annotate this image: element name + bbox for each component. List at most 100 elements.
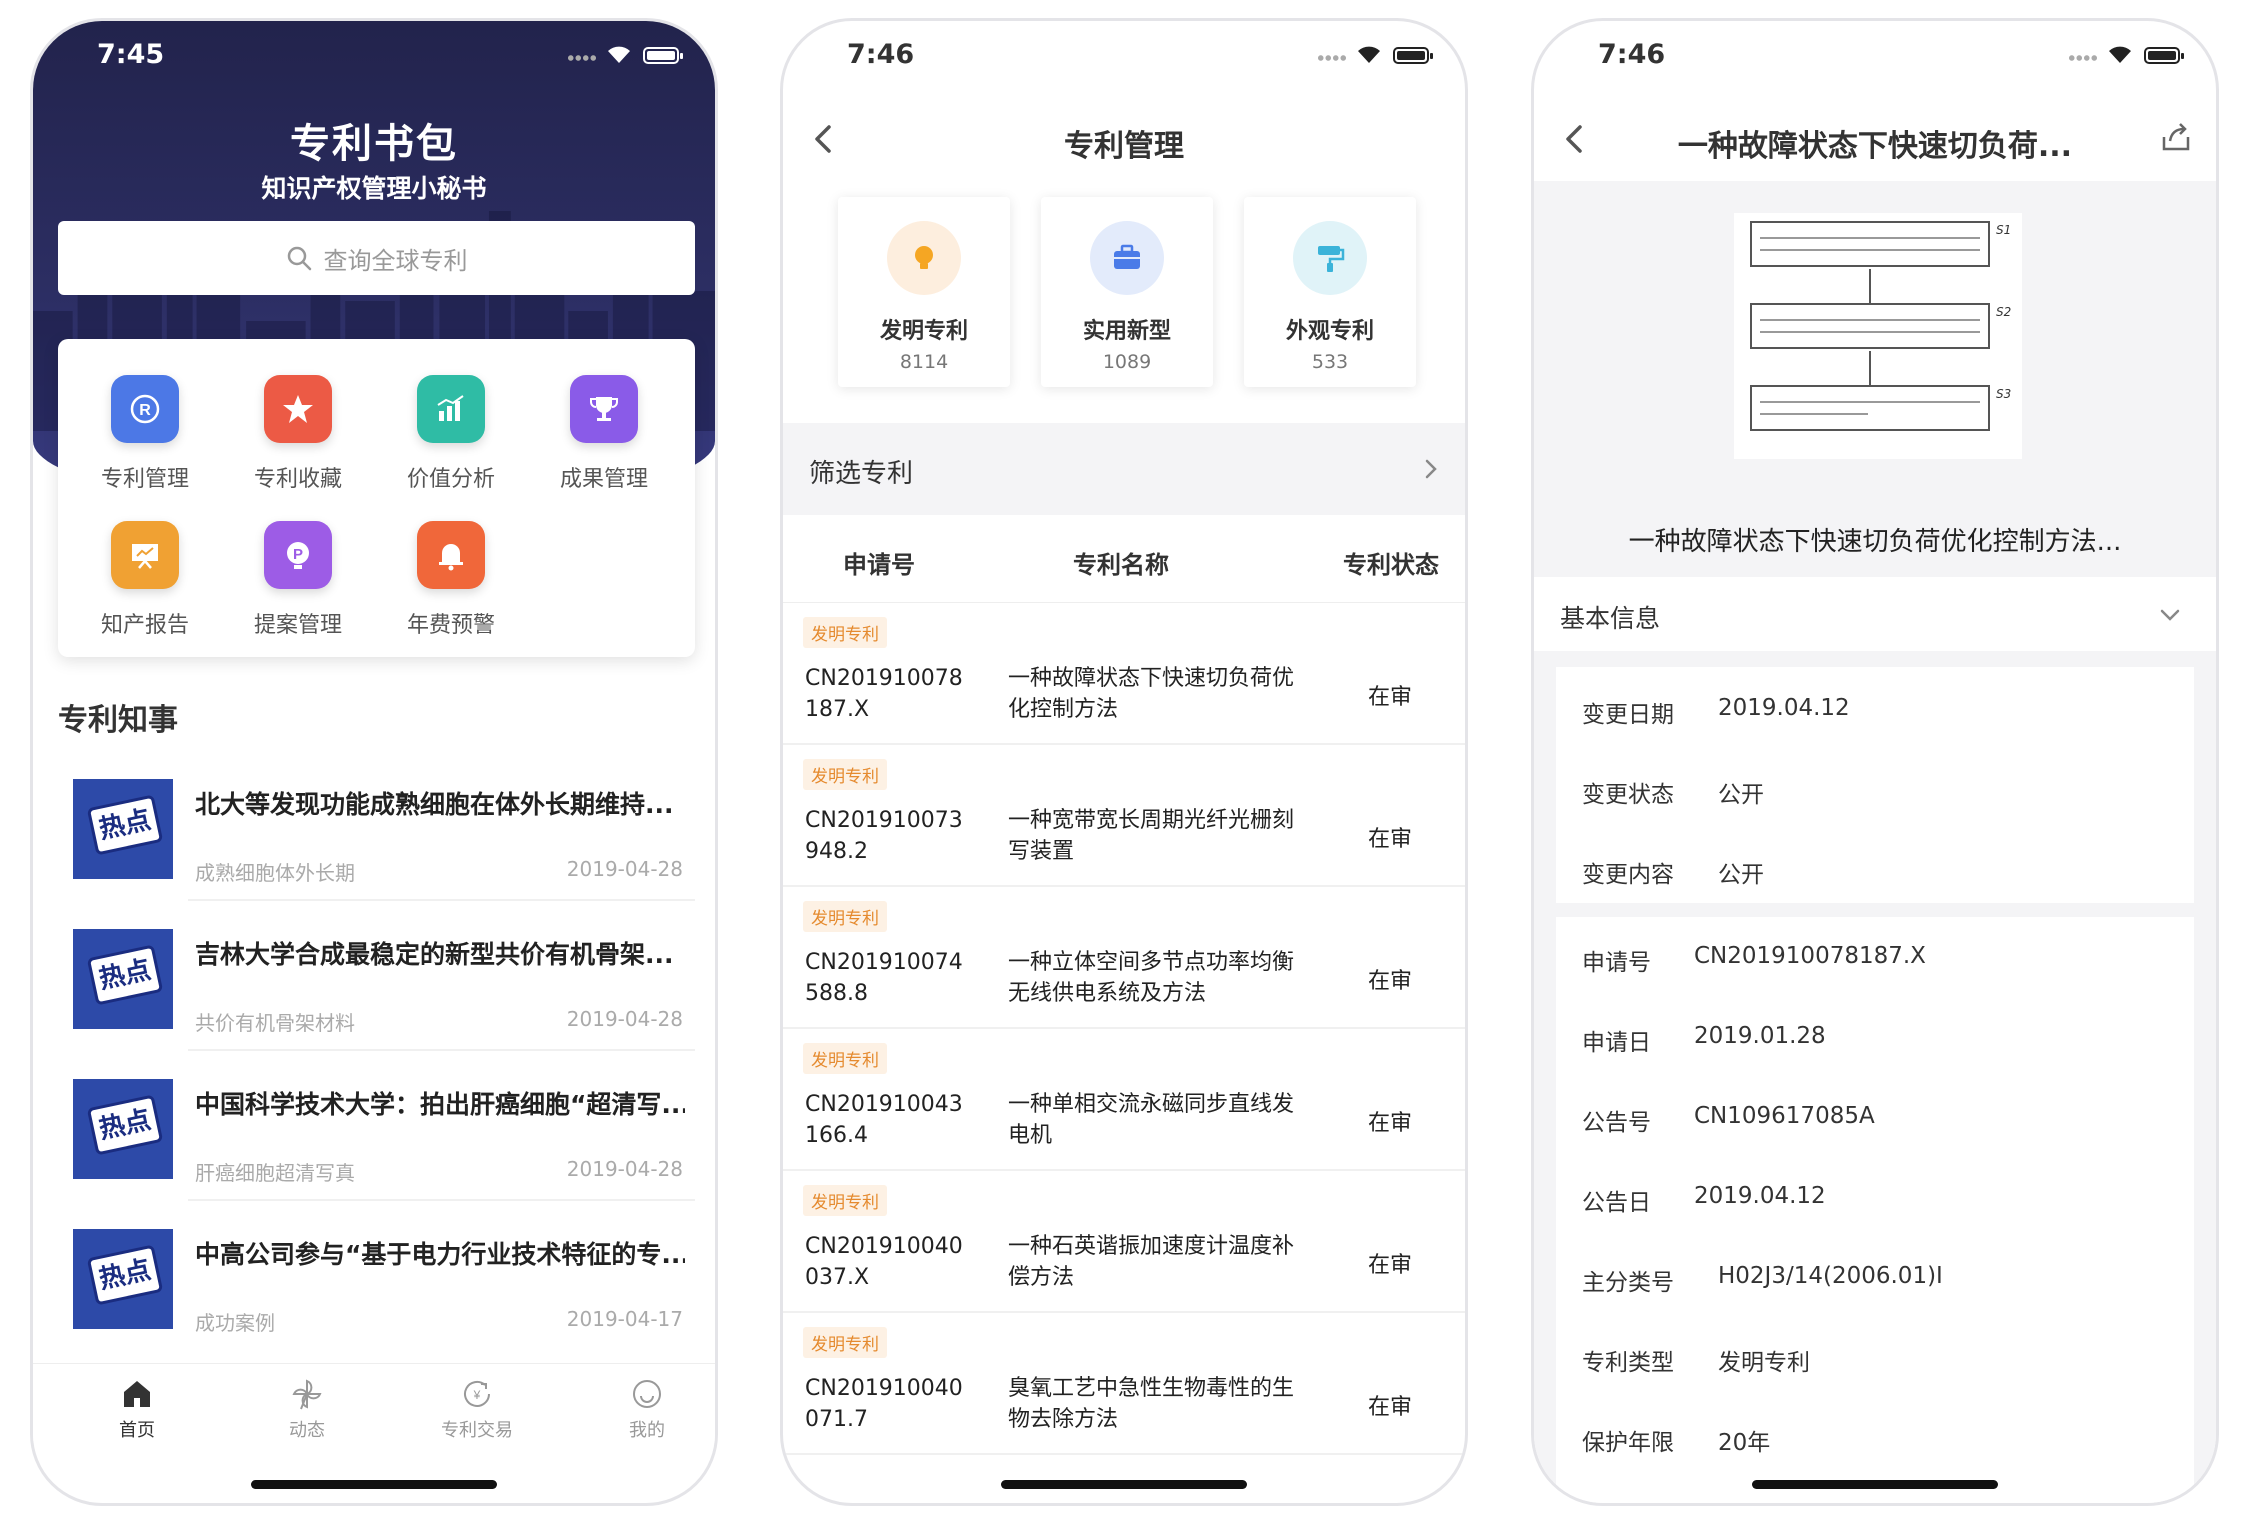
info-key: 申请日: [1582, 1023, 1651, 1057]
grid-item-value-analysis[interactable]: 价值分析: [376, 375, 526, 493]
grid-item-patent-management[interactable]: R 专利管理: [70, 375, 220, 493]
stat-card-invention[interactable]: 发明专利 8114: [838, 197, 1010, 387]
news-title: 吉林大学合成最稳定的新型共价有机骨架...: [195, 935, 685, 971]
patent-status: 在审: [1368, 821, 1412, 853]
tab-home[interactable]: 首页: [87, 1376, 187, 1442]
info-value: 2019.04.12: [1718, 695, 1850, 721]
info-key: 变更内容: [1582, 855, 1674, 889]
list-item[interactable]: 热点 吉林大学合成最稳定的新型共价有机骨架... 共价有机骨架材料 2019-0…: [58, 901, 695, 1051]
app-subtitle: 知识产权管理小秘书: [33, 169, 715, 205]
figure-caption: 一种故障状态下快速切负荷优化控制方法...: [1534, 521, 2216, 558]
flowchart-step-label: S3: [1996, 387, 2011, 401]
registered-icon: R: [111, 375, 179, 443]
app-title: 专利书包: [33, 111, 715, 169]
info-row-main-classification: 主分类号 H02J3/14(2006.01)I: [1582, 1263, 1674, 1297]
table-row[interactable]: 发明专利 CN201910074588.8 一种立体空间多节点功率均衡无线供电系…: [783, 887, 1465, 1029]
hot-tag: 热点: [87, 794, 163, 855]
patent-status: 在审: [1368, 963, 1412, 995]
grid-item-label: 提案管理: [223, 607, 373, 639]
list-item[interactable]: 热点 中国科学技术大学：拍出肝癌细胞“超清写... 肝癌细胞超清写真 2019-…: [58, 1051, 695, 1201]
patent-type-badge: 发明专利: [803, 1327, 887, 1358]
trade-icon: ¥: [459, 1376, 495, 1412]
news-thumbnail: 热点: [73, 779, 173, 879]
toolbox-icon: [1090, 221, 1164, 295]
patent-name: 臭氧工艺中急性生物毒性的生物去除方法: [1008, 1373, 1308, 1435]
info-row-application-date: 申请日 2019.01.28: [1582, 1023, 1651, 1057]
tab-label: 专利交易: [441, 1420, 513, 1441]
patent-name: 一种宽带宽长周期光纤光栅刻写装置: [1008, 805, 1308, 867]
tab-patent-trade[interactable]: ¥ 专利交易: [427, 1376, 527, 1442]
bottom-tab-bar: 首页 动态 ¥ 专利交易 我的: [33, 1363, 715, 1443]
share-icon[interactable]: [2156, 117, 2196, 157]
patent-number: CN201910040071.7: [805, 1373, 975, 1435]
patent-number: CN201910078187.X: [805, 663, 975, 725]
stat-label: 发明专利: [838, 313, 1010, 345]
patent-figure-area: S1 S2 S3 一种故障状态下快速切负荷优化控制方法...: [1534, 181, 2216, 577]
presentation-icon: [111, 521, 179, 589]
tab-label: 动态: [289, 1420, 325, 1441]
signal-dots-icon: [1317, 55, 1347, 61]
table-row[interactable]: 发明专利 CN201910073948.2 一种宽带宽长周期光纤光栅刻写装置 在…: [783, 745, 1465, 887]
stat-label: 外观专利: [1244, 313, 1416, 345]
news-date: 2019-04-28: [567, 857, 683, 881]
bell-icon: [417, 521, 485, 589]
filter-label: 筛选专利: [809, 453, 913, 490]
basic-info-header[interactable]: 基本信息: [1534, 577, 2216, 651]
chart-icon: [417, 375, 485, 443]
page-title: 一种故障状态下快速切负荷...: [1534, 121, 2216, 165]
battery-icon: [1393, 47, 1429, 64]
patent-flowchart-image: S1 S2 S3: [1734, 213, 2022, 459]
table-row[interactable]: 发明专利 CN201910078187.X 一种故障状态下快速切负荷优化控制方法…: [783, 603, 1465, 745]
info-row-change-content: 变更内容 公开: [1582, 855, 1674, 889]
patent-name: 一种石英谐振加速度计温度补偿方法: [1008, 1231, 1308, 1293]
flowchart-step-box: [1750, 385, 1990, 431]
signal-dots-icon: [567, 55, 597, 61]
grid-item-label: 年费预警: [376, 607, 526, 639]
feature-grid: R 专利管理 专利收藏 价值分析 成果管理 知产报告: [58, 339, 695, 657]
phone-home-screen: 7:45 专利书包 知识产权管理小秘书 查询全球专利 R 专利管理 专利收藏 价…: [30, 18, 718, 1506]
grid-item-label: 价值分析: [376, 461, 526, 493]
wifi-icon: [2106, 41, 2134, 65]
news-list: 热点 北大等发现功能成熟细胞在体外长期维持... 成熟细胞体外长期 2019-0…: [58, 751, 695, 1351]
signal-dots-icon: [2068, 55, 2098, 61]
info-value: 公开: [1718, 855, 1764, 889]
tab-mine[interactable]: 我的: [597, 1376, 697, 1442]
grid-item-patent-favorites[interactable]: 专利收藏: [223, 375, 373, 493]
search-input[interactable]: 查询全球专利: [58, 221, 695, 295]
news-thumbnail: 热点: [73, 1229, 173, 1329]
list-item[interactable]: 热点 北大等发现功能成熟细胞在体外长期维持... 成熟细胞体外长期 2019-0…: [58, 751, 695, 901]
flowchart-step-label: S1: [1996, 223, 2011, 237]
home-indicator: [251, 1480, 497, 1489]
info-section: 变更日期 2019.04.12 变更状态 公开 变更内容 公开 申请号 CN20…: [1534, 651, 2216, 1506]
tab-activity[interactable]: 动态: [257, 1376, 357, 1442]
info-key: 公告日: [1582, 1183, 1651, 1217]
patent-status: 在审: [1368, 1247, 1412, 1279]
section-title-patent-news: 专利知事: [58, 695, 178, 739]
table-row[interactable]: 发明专利 CN201910043166.4 一种单相交流永磁同步直线发电机 在审: [783, 1029, 1465, 1171]
grid-item-label: 专利管理: [70, 461, 220, 493]
patent-status: 在审: [1368, 1389, 1412, 1421]
news-title: 中国科学技术大学：拍出肝癌细胞“超清写...: [195, 1085, 685, 1121]
table-row[interactable]: 发明专利 CN201910040071.7 臭氧工艺中急性生物毒性的生物去除方法…: [783, 1313, 1465, 1455]
grid-item-achievement-management[interactable]: 成果管理: [529, 375, 679, 493]
grid-item-ip-report[interactable]: 知产报告: [70, 521, 220, 639]
patent-name: 一种单相交流永磁同步直线发电机: [1008, 1089, 1308, 1151]
info-key: 专利类型: [1582, 1343, 1674, 1377]
grid-item-annual-fee-alert[interactable]: 年费预警: [376, 521, 526, 639]
status-time: 7:45: [97, 39, 164, 70]
phone-patent-management: 7:46 专利管理 发明专利 8114 实用新型 1089 外观专利 533 筛…: [780, 18, 1468, 1506]
trophy-icon: [570, 375, 638, 443]
stat-card-utility-model[interactable]: 实用新型 1089: [1041, 197, 1213, 387]
battery-icon: [2144, 47, 2180, 64]
news-date: 2019-04-17: [567, 1307, 683, 1331]
list-item[interactable]: 热点 中高公司参与“基于电力行业技术特征的专... 成功案例 2019-04-1…: [58, 1201, 695, 1351]
filter-patents-bar[interactable]: 筛选专利: [783, 423, 1465, 515]
home-indicator: [1752, 1480, 1998, 1489]
table-row[interactable]: 发明专利 CN201910040037.X 一种石英谐振加速度计温度补偿方法 在…: [783, 1171, 1465, 1313]
patent-type-badge: 发明专利: [803, 1043, 887, 1074]
info-row-protection-term: 保护年限 20年: [1582, 1423, 1674, 1457]
news-keyword: 肝癌细胞超清写真: [195, 1157, 355, 1186]
grid-item-proposal-management[interactable]: P 提案管理: [223, 521, 373, 639]
stat-card-design-patent[interactable]: 外观专利 533: [1244, 197, 1416, 387]
info-value: 发明专利: [1718, 1343, 1810, 1377]
